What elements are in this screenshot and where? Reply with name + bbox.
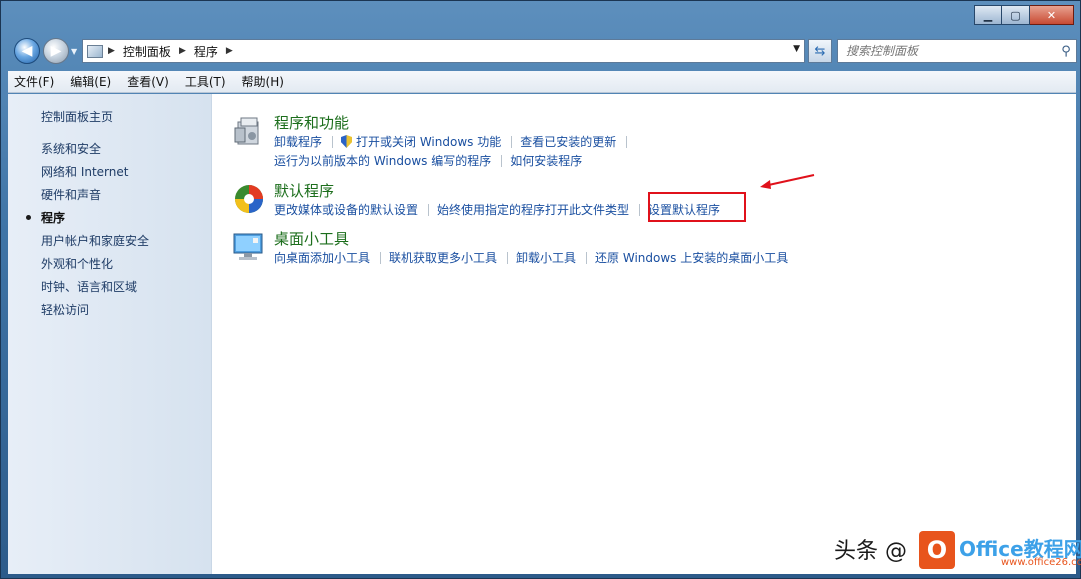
menu-bar: 文件(F) 编辑(E) 查看(V) 工具(T) 帮助(H) — [8, 71, 1076, 93]
category-links-row: 卸载程序 打开或关闭 Windows 功能 查看已安装的更新 — [274, 133, 635, 150]
recent-pages-dropdown-icon[interactable]: ▼ — [71, 47, 77, 56]
category-title[interactable]: 程序和功能 — [274, 112, 349, 133]
default-programs-icon — [235, 185, 263, 213]
breadcrumb-separator-icon[interactable]: ▶ — [226, 46, 233, 56]
refresh-button[interactable]: ⇆ — [808, 39, 832, 63]
watermark-text: 头条 @ — [834, 539, 907, 564]
back-arrow-icon: ◀ — [21, 43, 33, 59]
nav-clock-language-region[interactable]: 时钟、语言和区域 — [41, 278, 149, 301]
run-older-programs-link[interactable]: 运行为以前版本的 Windows 编写的程序 — [274, 152, 491, 169]
control-panel-window: ▁ ▢ ✕ ◀ ▶ ▼ ▶ 控制面板 ▶ 程序 ▶ ▼ ⇆ ⚲ 文件(F) 编辑… — [0, 0, 1081, 579]
maximize-button[interactable]: ▢ — [1002, 5, 1030, 25]
menu-file[interactable]: 文件(F) — [14, 73, 54, 90]
nav-programs-current: 程序 — [25, 209, 149, 232]
restore-gadgets-link[interactable]: 还原 Windows 上安装的桌面小工具 — [595, 249, 788, 266]
watermark-url: www.office26.com — [1001, 557, 1081, 568]
menu-edit[interactable]: 编辑(E) — [70, 73, 111, 90]
category-links-row: 向桌面添加小工具 联机获取更多小工具 卸载小工具 还原 Windows 上安装的桌面小… — [274, 249, 788, 266]
address-dropdown-icon[interactable]: ▼ — [793, 44, 800, 54]
highlight-box — [648, 192, 746, 222]
add-gadgets-link[interactable]: 向桌面添加小工具 — [274, 249, 370, 266]
uninstall-gadget-link[interactable]: 卸载小工具 — [516, 249, 576, 266]
back-button[interactable]: ◀ — [14, 38, 40, 64]
refresh-icon: ⇆ — [814, 43, 826, 59]
category-links-row: 运行为以前版本的 Windows 编写的程序 如何安装程序 — [274, 152, 582, 169]
breadcrumb-control-panel[interactable]: 控制面板 — [123, 43, 171, 60]
uninstall-program-link[interactable]: 卸载程序 — [274, 133, 322, 150]
content-area: 控制面板主页 系统和安全 网络和 Internet 硬件和声音 程序 用户帐户和… — [8, 94, 1076, 574]
media-device-defaults-link[interactable]: 更改媒体或设备的默认设置 — [274, 201, 418, 218]
control-panel-home-link[interactable]: 控制面板主页 — [41, 108, 113, 125]
menu-help[interactable]: 帮助(H) — [242, 73, 284, 90]
office-logo-icon: O — [919, 531, 955, 569]
breadcrumb-separator-icon[interactable]: ▶ — [108, 46, 115, 56]
nav-network-internet[interactable]: 网络和 Internet — [41, 163, 149, 186]
get-more-gadgets-link[interactable]: 联机获取更多小工具 — [389, 249, 497, 266]
close-button[interactable]: ✕ — [1030, 5, 1074, 25]
file-type-association-link[interactable]: 始终使用指定的程序打开此文件类型 — [437, 201, 629, 218]
how-to-install-link[interactable]: 如何安装程序 — [510, 152, 582, 169]
menu-view[interactable]: 查看(V) — [127, 73, 169, 90]
category-title[interactable]: 默认程序 — [274, 180, 334, 201]
nav-hardware-sound[interactable]: 硬件和声音 — [41, 186, 149, 209]
installed-updates-link[interactable]: 查看已安装的更新 — [520, 133, 616, 150]
search-icon[interactable]: ⚲ — [1056, 44, 1076, 59]
uac-shield-icon — [341, 135, 353, 148]
annotation-arrow-icon — [760, 174, 815, 189]
programs-features-icon — [234, 117, 259, 145]
programs-main-pane: 程序和功能 卸载程序 打开或关闭 Windows 功能 查看已安装的更新 运行为以前… — [212, 94, 1076, 574]
window-controls: ▁ ▢ ✕ — [974, 5, 1074, 25]
windows-features-link[interactable]: 打开或关闭 Windows 功能 — [356, 133, 501, 150]
desktop-gadgets-icon — [233, 233, 263, 260]
breadcrumb-separator-icon[interactable]: ▶ — [179, 46, 186, 56]
minimize-button[interactable]: ▁ — [974, 5, 1002, 25]
breadcrumb-programs[interactable]: 程序 — [194, 43, 218, 60]
nav-system-security[interactable]: 系统和安全 — [41, 140, 149, 163]
left-navigation-pane: 控制面板主页 系统和安全 网络和 Internet 硬件和声音 程序 用户帐户和… — [8, 94, 212, 574]
forward-button[interactable]: ▶ — [43, 38, 69, 64]
address-bar[interactable]: ▶ 控制面板 ▶ 程序 ▶ ▼ — [82, 39, 805, 63]
nav-ease-of-access[interactable]: 轻松访问 — [41, 301, 149, 324]
nav-user-accounts[interactable]: 用户帐户和家庭安全 — [41, 232, 149, 255]
search-input[interactable] — [838, 44, 1056, 58]
nav-appearance[interactable]: 外观和个性化 — [41, 255, 149, 278]
navigation-bar: ◀ ▶ ▼ ▶ 控制面板 ▶ 程序 ▶ ▼ ⇆ ⚲ — [1, 33, 1081, 67]
search-box[interactable]: ⚲ — [837, 39, 1077, 63]
menu-tools[interactable]: 工具(T) — [185, 73, 226, 90]
control-panel-icon — [87, 44, 103, 58]
forward-arrow-icon: ▶ — [50, 43, 62, 59]
category-title[interactable]: 桌面小工具 — [274, 228, 349, 249]
category-list: 系统和安全 网络和 Internet 硬件和声音 程序 用户帐户和家庭安全 外观… — [25, 140, 149, 324]
